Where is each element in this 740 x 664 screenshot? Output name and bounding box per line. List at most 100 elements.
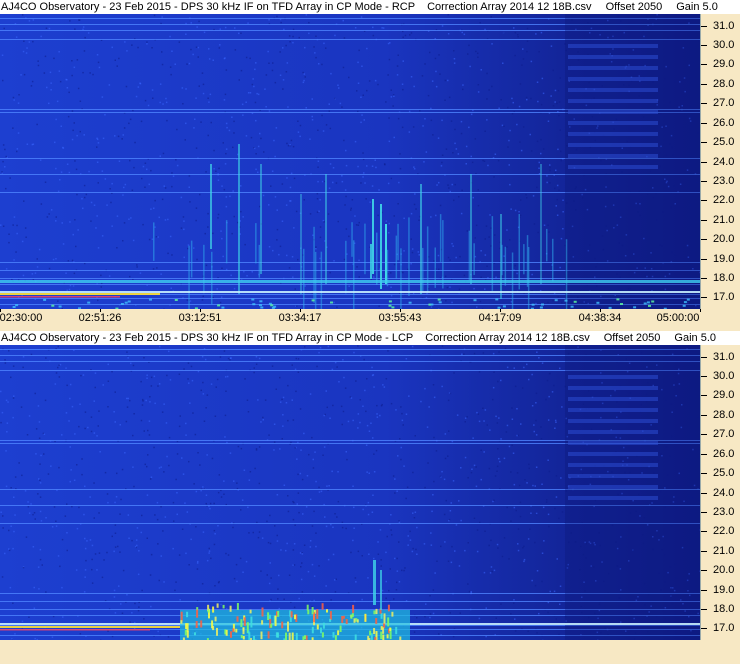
noise-speck (353, 527, 355, 529)
noise-speck (358, 259, 360, 262)
noise-speck (8, 548, 10, 550)
emission-speck (194, 632, 196, 636)
noise-speck (500, 438, 502, 440)
noise-speck (468, 590, 471, 593)
noise-speck (217, 217, 219, 219)
noise-speck (297, 492, 300, 494)
noise-speck (212, 232, 214, 235)
noise-speck (519, 501, 522, 504)
emission-speck (320, 627, 322, 634)
noise-speck (188, 382, 190, 384)
y-tick-label: 24.0 (713, 155, 735, 168)
noise-speck (402, 36, 404, 38)
noise-speck (427, 94, 430, 97)
low-band-speck (149, 298, 152, 301)
noise-speck (397, 455, 399, 457)
y-tick-mark (701, 531, 707, 533)
noise-speck (124, 183, 127, 186)
noise-speck (50, 89, 52, 91)
noise-speck (550, 95, 552, 97)
noise-speck (368, 430, 371, 432)
noise-speck (123, 186, 125, 189)
noise-speck (480, 449, 482, 451)
y-tick-mark (701, 356, 707, 358)
noise-speck (220, 296, 223, 298)
noise-speck (170, 73, 172, 76)
noise-speck (172, 501, 175, 504)
noise-speck (94, 386, 96, 389)
noise-speck (84, 36, 86, 39)
noise-speck (245, 101, 247, 103)
noise-speck (510, 520, 512, 522)
noise-speck (129, 399, 131, 402)
noise-speck (403, 569, 405, 572)
noise-speck (308, 453, 310, 456)
band-stripe (568, 110, 658, 114)
noise-speck (285, 204, 288, 206)
noise-speck (253, 85, 255, 88)
noise-speck (335, 578, 337, 580)
band-line (0, 629, 150, 631)
noise-speck (484, 288, 486, 290)
emission-speck (375, 608, 378, 615)
noise-speck (114, 421, 116, 423)
noise-speck (286, 142, 288, 145)
noise-speck (157, 236, 159, 238)
noise-speck (183, 368, 185, 370)
noise-speck (353, 506, 355, 509)
noise-speck (9, 177, 11, 179)
noise-speck (345, 228, 348, 230)
y-tick-mark (701, 511, 707, 513)
noise-speck (283, 598, 285, 600)
noise-speck (278, 574, 280, 577)
noise-speck (2, 515, 4, 517)
noise-speck (231, 116, 233, 118)
noise-speck (311, 119, 314, 121)
noise-speck (276, 15, 278, 18)
band-stripe (568, 77, 658, 81)
noise-speck (449, 392, 452, 395)
low-band-speck (388, 304, 392, 307)
noise-speck (146, 377, 148, 379)
noise-speck (540, 103, 543, 106)
noise-speck (486, 424, 488, 426)
noise-speck (257, 536, 260, 539)
noise-speck (291, 399, 293, 401)
noise-speck (67, 115, 70, 118)
noise-speck (340, 405, 343, 408)
noise-speck (219, 301, 222, 304)
noise-speck (542, 92, 545, 95)
noise-speck (398, 581, 401, 583)
noise-speck (473, 287, 475, 290)
noise-speck (303, 79, 305, 82)
noise-speck (325, 124, 328, 126)
noise-speck (480, 69, 482, 71)
noise-speck (156, 501, 159, 504)
noise-speck (356, 90, 358, 92)
noise-speck (108, 84, 111, 86)
noise-speck (505, 431, 508, 433)
y-tick-label: 25.0 (713, 467, 735, 480)
noise-speck (526, 363, 528, 366)
noise-speck (220, 230, 222, 232)
noise-speck (455, 524, 458, 526)
noise-speck (308, 21, 310, 24)
noise-speck (390, 272, 392, 274)
noise-speck (43, 433, 46, 435)
noise-speck (54, 141, 56, 144)
noise-speck (414, 193, 416, 195)
noise-speck (344, 387, 347, 389)
noise-speck (205, 494, 208, 496)
noise-speck (273, 139, 275, 142)
noise-speck (364, 389, 366, 392)
noise-speck (293, 227, 295, 229)
noise-speck (500, 603, 502, 605)
noise-speck (366, 165, 368, 167)
noise-speck (511, 407, 513, 409)
noise-speck (477, 84, 480, 86)
y-tick-mark (701, 219, 707, 221)
noise-speck (396, 490, 398, 492)
noise-speck (86, 540, 88, 542)
emission-speck (207, 609, 210, 613)
noise-speck (288, 35, 291, 37)
